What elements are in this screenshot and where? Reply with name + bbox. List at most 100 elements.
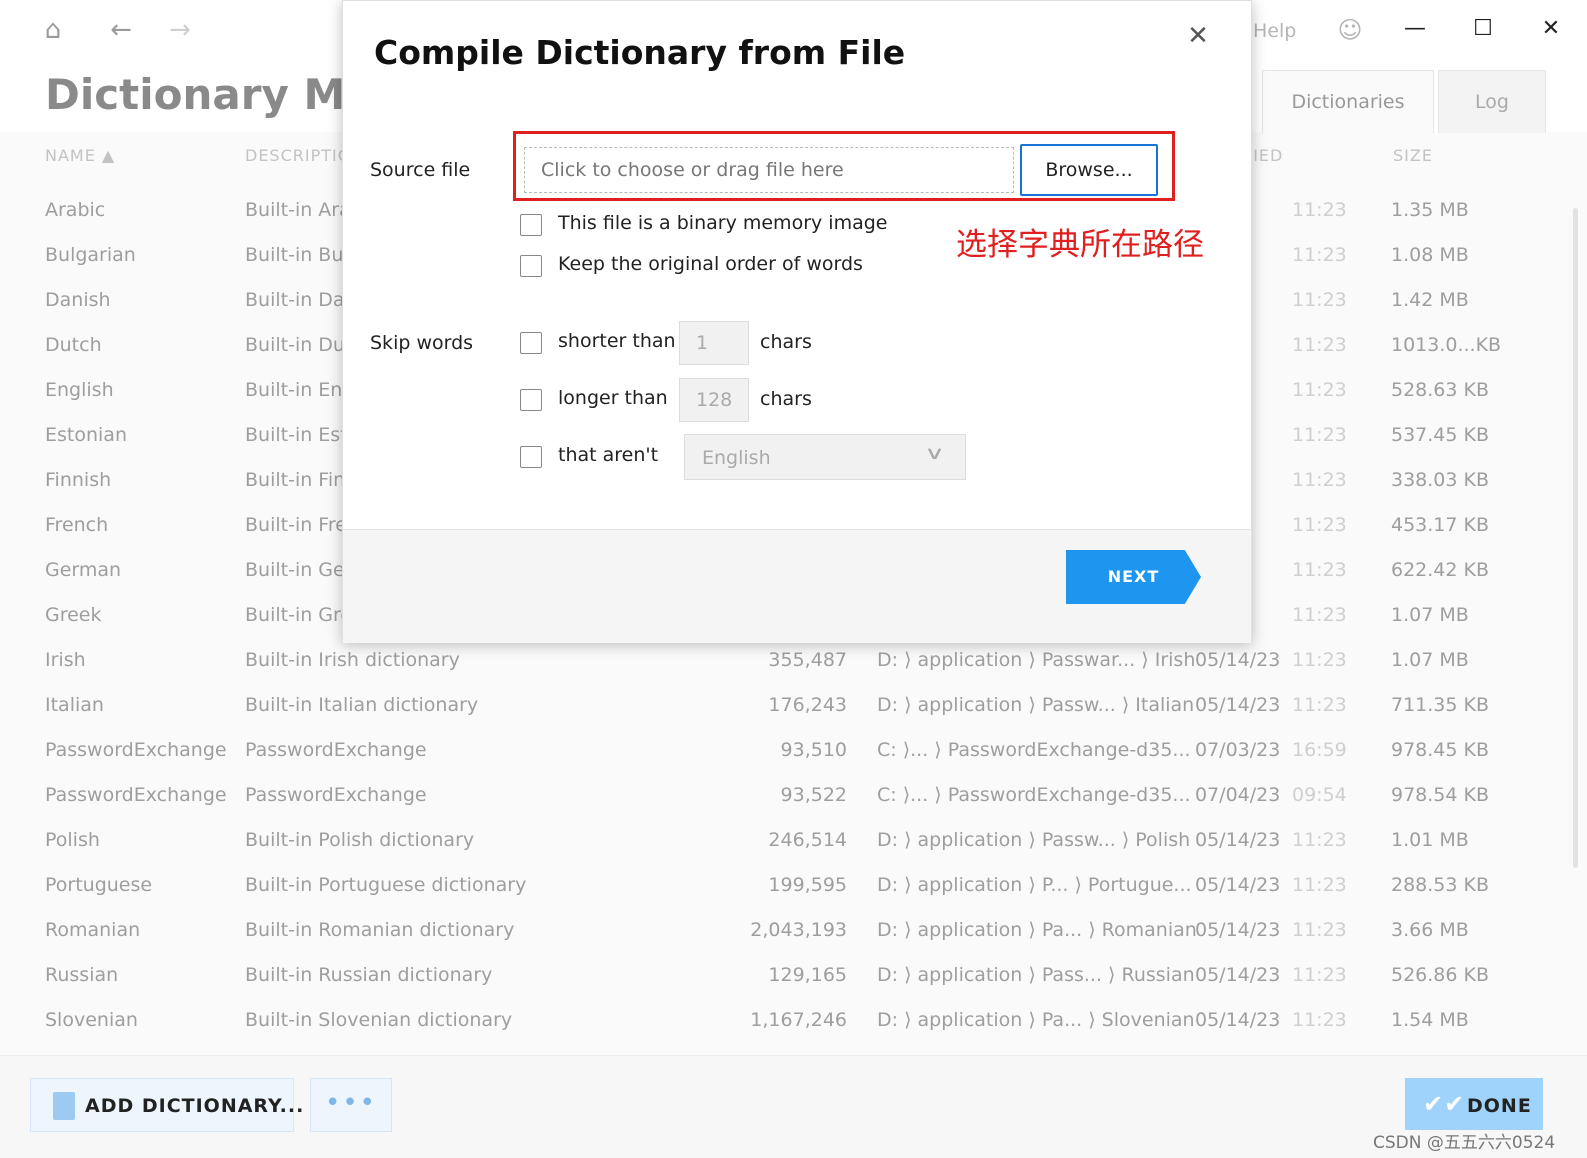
column-header-name[interactable]: NAME ▲ (45, 146, 115, 165)
done-button[interactable]: ✔✔ DONE (1405, 1078, 1543, 1130)
row-size: 3.66 MB (1391, 919, 1469, 941)
table-row[interactable]: Irish Built-in Irish dictionary 355,487 D: … (0, 638, 1587, 683)
row-date: 05/14/23 (1195, 694, 1281, 716)
window-close-icon[interactable]: ✕ (1531, 12, 1571, 46)
help-link[interactable]: Help (1253, 20, 1296, 42)
forward-arrow-icon[interactable]: → (164, 14, 196, 46)
table-row[interactable]: PasswordExchange PasswordExchange 93,522 C:… (0, 773, 1587, 818)
chars-label-max: chars (760, 388, 812, 410)
next-button[interactable]: NEXT (1066, 550, 1201, 604)
row-time: 11:23 (1292, 514, 1347, 536)
skip-words-label: Skip words (370, 332, 474, 354)
file-drop-zone[interactable]: Click to choose or drag file here (524, 147, 1014, 193)
language-select[interactable]: English ∨ (684, 434, 966, 480)
row-size: 453.17 KB (1391, 514, 1490, 536)
row-word-count: 199,595 (768, 874, 847, 896)
watermark: CSDN @五五六六0524 (1373, 1133, 1556, 1153)
row-name: Romanian (45, 919, 141, 941)
row-word-count: 176,243 (768, 694, 847, 716)
row-name: French (45, 514, 109, 536)
row-name: English (45, 379, 114, 401)
row-size: 288.53 KB (1391, 874, 1490, 896)
minimize-icon[interactable]: — (1395, 12, 1435, 46)
row-size: 1.08 MB (1391, 244, 1469, 266)
column-header-size[interactable]: SIZE (1393, 146, 1433, 165)
row-word-count: 93,510 (780, 739, 847, 761)
table-row[interactable]: Slovenian Built-in Slovenian dictionary 1,… (0, 998, 1587, 1043)
row-name: PasswordExchange (45, 739, 227, 761)
row-time: 11:23 (1292, 694, 1347, 716)
row-description: Built-in Ger (245, 559, 353, 581)
row-path: D: ⟩ application ⟩ Pass... ⟩ Russian (877, 964, 1195, 986)
row-path: D: ⟩ application ⟩ Passwar... ⟩ Irish (877, 649, 1196, 671)
shorter-than-label: shorter than (558, 330, 676, 352)
table-row[interactable]: Romanian Built-in Romanian dictionary 2,04… (0, 908, 1587, 953)
browse-button[interactable]: Browse... (1020, 144, 1158, 196)
add-dictionary-button[interactable]: ADD DICTIONARY... (30, 1078, 303, 1132)
row-date: 05/14/23 (1195, 649, 1281, 671)
row-description: Built-in Irish dictionary (245, 649, 460, 671)
back-arrow-icon[interactable]: ← (105, 14, 137, 46)
dialog-footer: NEXT (343, 529, 1251, 643)
add-dictionary-label: ADD DICTIONARY... (85, 1095, 305, 1117)
row-path: C: ⟩... ⟩ PasswordExchange-d35... (877, 739, 1191, 761)
row-description: Built-in Eng (245, 379, 355, 401)
table-row[interactable]: Polish Built-in Polish dictionary 246,514 D… (0, 818, 1587, 863)
feedback-smile-icon[interactable]: ☺ (1336, 16, 1364, 44)
row-description: Built-in Dut (245, 334, 353, 356)
row-description: Built-in Slovenian dictionary (245, 1009, 513, 1031)
row-description: Built-in Portuguese dictionary (245, 874, 527, 896)
row-time: 11:23 (1292, 649, 1347, 671)
double-check-icon: ✔✔ (1423, 1090, 1466, 1118)
longer-than-checkbox[interactable] (520, 389, 542, 411)
row-date: 05/14/23 (1195, 919, 1281, 941)
row-path: D: ⟩ application ⟩ Pa... ⟩ Slovenian (877, 1009, 1195, 1031)
maximize-icon[interactable]: ☐ (1463, 12, 1503, 46)
row-size: 1.42 MB (1391, 289, 1469, 311)
min-length-input[interactable]: 1 (679, 321, 749, 365)
row-size: 1.07 MB (1391, 604, 1469, 626)
column-header-description[interactable]: DESCRIPTIO (245, 146, 351, 165)
scrollbar[interactable] (1573, 208, 1578, 868)
table-row[interactable]: Russian Built-in Russian dictionary 129,16… (0, 953, 1587, 998)
row-name: Finnish (45, 469, 112, 491)
row-size: 1.07 MB (1391, 649, 1469, 671)
dictionary-manager-window: ⌂ ← → Help ☺ — ☐ ✕ Dictionary Man Dictio… (0, 0, 1587, 1158)
row-description: Built-in Finn (245, 469, 358, 491)
row-name: PasswordExchange (45, 784, 227, 806)
row-path: D: ⟩ application ⟩ Passw... ⟩ Italian (877, 694, 1195, 716)
language-filter-checkbox[interactable] (520, 446, 542, 468)
row-size: 338.03 KB (1391, 469, 1490, 491)
tab-dictionaries[interactable]: Dictionaries (1262, 70, 1434, 133)
tab-log[interactable]: Log (1438, 70, 1546, 133)
done-label: DONE (1467, 1095, 1532, 1117)
row-name: Dutch (45, 334, 102, 356)
row-date: 05/14/23 (1195, 829, 1281, 851)
row-name: German (45, 559, 122, 581)
dialog-close-icon[interactable]: ✕ (1183, 21, 1213, 51)
row-name: Danish (45, 289, 111, 311)
row-time: 11:23 (1292, 1009, 1347, 1031)
row-size: 711.35 KB (1391, 694, 1490, 716)
row-name: Italian (45, 694, 104, 716)
max-length-input[interactable]: 128 (679, 378, 749, 422)
shorter-than-checkbox[interactable] (520, 332, 542, 354)
binary-image-checkbox[interactable] (520, 214, 542, 236)
row-name: Portuguese (45, 874, 153, 896)
source-file-label: Source file (370, 159, 471, 181)
row-size: 978.45 KB (1391, 739, 1490, 761)
row-time: 11:23 (1292, 559, 1347, 581)
table-row[interactable]: Portuguese Built-in Portuguese dictionary… (0, 863, 1587, 908)
table-row[interactable]: Italian Built-in Italian dictionary 176,24… (0, 683, 1587, 728)
row-time: 16:59 (1292, 739, 1347, 761)
row-time: 11:23 (1292, 334, 1347, 356)
compile-dictionary-dialog: Compile Dictionary from File ✕ Source fi… (342, 0, 1252, 643)
chevron-down-icon: ∨ (924, 443, 946, 464)
keep-order-checkbox[interactable] (520, 255, 542, 277)
row-description: PasswordExchange (245, 784, 427, 806)
row-size: 528.63 KB (1391, 379, 1490, 401)
home-icon[interactable]: ⌂ (37, 14, 69, 46)
more-options-button[interactable]: ••• (310, 1078, 392, 1132)
row-time: 09:54 (1292, 784, 1347, 806)
table-row[interactable]: PasswordExchange PasswordExchange 93,510 C:… (0, 728, 1587, 773)
